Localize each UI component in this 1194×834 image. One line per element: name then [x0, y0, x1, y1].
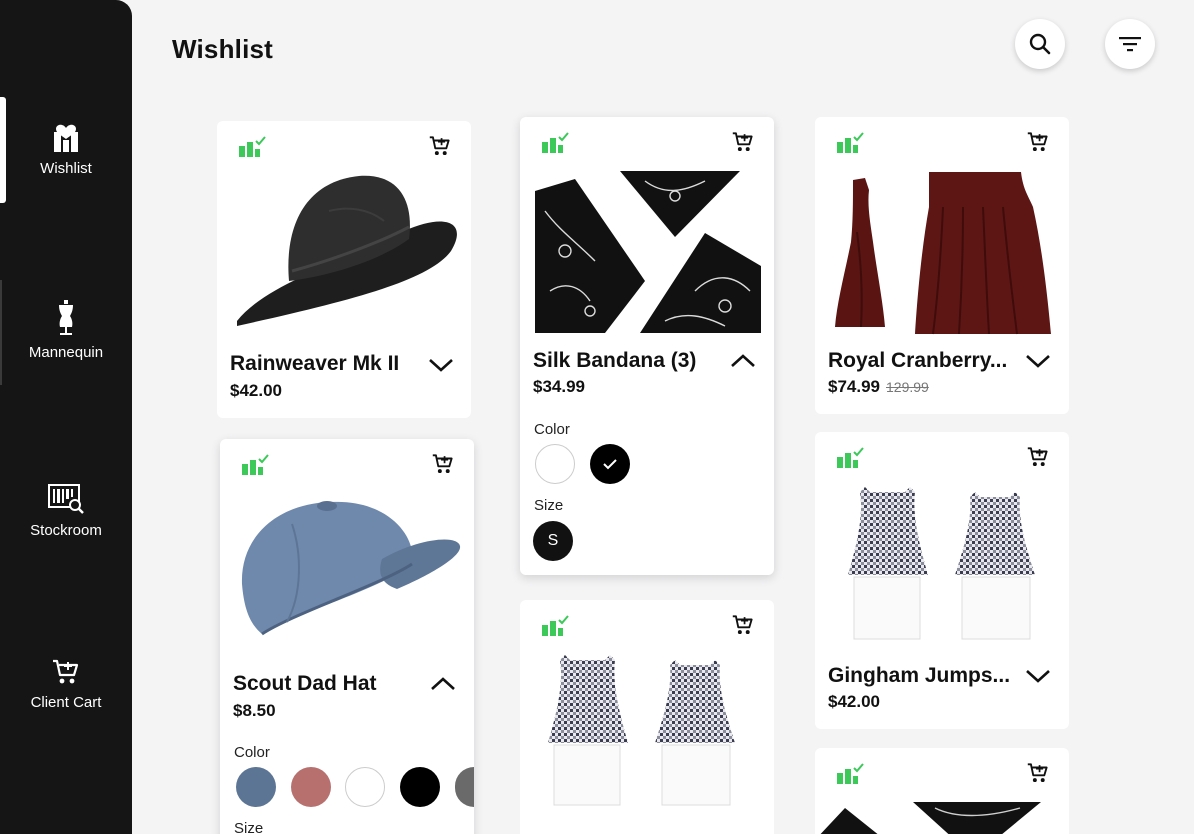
product-price: $42.00: [230, 381, 282, 400]
add-to-cart-icon[interactable]: [1027, 131, 1049, 153]
page-title: Wishlist: [172, 34, 274, 64]
in-stock-icon: [542, 615, 569, 636]
product-card[interactable]: Gingham Jumps... $42.00: [815, 432, 1069, 729]
sidebar-item-mannequin[interactable]: Mannequin: [0, 300, 132, 361]
color-swatch-rose[interactable]: [291, 767, 331, 807]
product-price: $42.00: [828, 692, 880, 711]
add-to-cart-icon[interactable]: [732, 131, 754, 153]
product-image-bandanas: [535, 171, 761, 333]
in-stock-icon: [242, 454, 269, 475]
product-card[interactable]: Royal Cranberry... $74.99 129.99: [815, 117, 1069, 414]
sidebar-item-label: Wishlist: [40, 160, 92, 177]
client-cart-icon: [53, 659, 79, 684]
add-to-cart-icon[interactable]: [1027, 762, 1049, 784]
in-stock-icon: [239, 136, 266, 157]
in-stock-icon: [542, 132, 569, 153]
in-stock-icon: [837, 132, 864, 153]
add-to-cart-icon[interactable]: [732, 614, 754, 636]
size-label: Size: [534, 497, 564, 514]
product-price: $34.99: [533, 377, 585, 396]
mannequin-icon: [59, 300, 73, 335]
filter-icon: [1119, 37, 1141, 52]
add-to-cart-icon[interactable]: [432, 453, 454, 475]
color-swatch-black[interactable]: [400, 767, 440, 807]
product-name: Rainweaver Mk II: [230, 352, 400, 375]
product-image-bandana: [820, 802, 1041, 834]
color-swatch-black[interactable]: [590, 444, 630, 484]
color-swatch-denim[interactable]: [236, 767, 276, 807]
color-swatch-white[interactable]: [345, 767, 385, 807]
original-price: 129.99: [886, 379, 929, 395]
size-option-s[interactable]: S: [533, 521, 573, 561]
size-label: Size: [234, 820, 264, 834]
product-card[interactable]: Silk Bandana (3) $34.99 Color Size S: [520, 117, 774, 575]
product-image-bucket-hat: [237, 175, 457, 326]
sidebar-item-stockroom[interactable]: Stockroom: [0, 484, 132, 539]
product-price: $74.99 129.99: [828, 377, 929, 397]
product-image-gingham-jumpsuit: [848, 487, 1035, 640]
in-stock-icon: [837, 447, 864, 468]
chevron-down-icon[interactable]: [428, 357, 454, 373]
product-card[interactable]: Rainweaver Mk II $42.00: [217, 121, 471, 418]
in-stock-icon: [837, 763, 864, 784]
product-card[interactable]: [815, 748, 1069, 834]
sidebar-item-wishlist[interactable]: Wishlist: [0, 120, 132, 177]
sidebar-item-label: Stockroom: [30, 522, 102, 539]
chevron-up-icon[interactable]: [730, 353, 756, 369]
chevron-down-icon[interactable]: [1025, 668, 1051, 684]
search-button[interactable]: [1015, 19, 1065, 69]
color-swatch-white[interactable]: [535, 444, 575, 484]
product-price: $8.50: [233, 701, 276, 720]
sidebar-item-client-cart[interactable]: Client Cart: [0, 658, 132, 711]
stockroom-icon: [48, 484, 84, 514]
product-name: Silk Bandana (3): [533, 349, 697, 372]
product-image-dad-hat: [241, 501, 461, 636]
sale-price: $74.99: [828, 377, 880, 396]
sidebar: Wishlist Mannequin Stockroom Client Cart: [0, 0, 132, 834]
chevron-up-icon[interactable]: [430, 676, 456, 692]
product-image-gingham-top: [548, 655, 735, 806]
product-name: Gingham Jumps...: [828, 664, 1011, 687]
product-card[interactable]: [520, 600, 774, 834]
wishlist-icon: [54, 124, 78, 152]
checkmark-icon: [603, 459, 617, 470]
product-image-cranberry-dress: [835, 172, 1051, 335]
filter-button[interactable]: [1105, 19, 1155, 69]
color-label: Color: [234, 744, 270, 761]
search-icon: [1029, 33, 1051, 55]
color-label: Color: [534, 421, 570, 438]
sidebar-item-label: Mannequin: [28, 344, 104, 361]
product-card[interactable]: Scout Dad Hat $8.50 Color Size: [220, 439, 474, 834]
add-to-cart-icon[interactable]: [429, 135, 451, 157]
color-swatch-grey[interactable]: [455, 767, 474, 807]
product-name: Scout Dad Hat: [233, 672, 377, 695]
add-to-cart-icon[interactable]: [1027, 446, 1049, 468]
product-name: Royal Cranberry...: [828, 349, 1008, 372]
sidebar-item-label: Client Cart: [30, 694, 102, 711]
chevron-down-icon[interactable]: [1025, 353, 1051, 369]
